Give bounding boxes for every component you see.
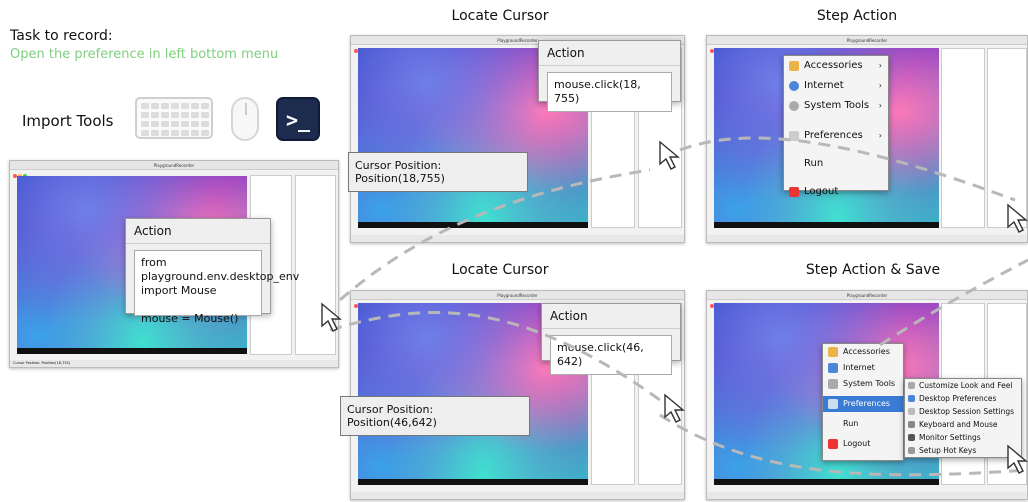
flow-dash [879, 258, 1028, 347]
cursor-icon [1007, 203, 1028, 233]
flow-dash [339, 168, 651, 302]
cursor-icon [1007, 444, 1028, 474]
cursor-icon [659, 140, 680, 170]
cursor-icon [664, 393, 685, 423]
flow-dash [659, 413, 1028, 477]
flow-dash [329, 311, 661, 402]
flow-dash [679, 136, 1016, 202]
flow-arrows [321, 136, 1028, 477]
